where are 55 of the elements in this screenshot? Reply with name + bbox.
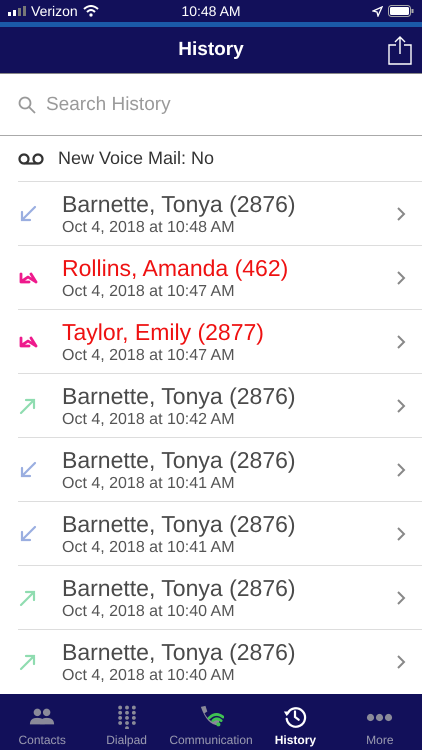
call-row[interactable]: Barnette, Tonya (2876) Oct 4, 2018 at 10:48 AM	[18, 181, 422, 245]
battery-icon	[388, 5, 414, 17]
signal-icon	[8, 6, 26, 16]
chevron-icon	[396, 654, 406, 670]
tab-item[interactable]: History	[253, 694, 338, 750]
call-time: Oct 4, 2018 at 10:40 AM	[62, 666, 236, 684]
call-row[interactable]: Taylor, Emily (2877) Oct 4, 2018 at 10:47 AM	[18, 309, 422, 373]
call-time: Oct 4, 2018 at 10:41 AM	[62, 538, 236, 556]
carrier-name: Verizon	[31, 3, 78, 19]
call-time: Oct 4, 2018 at 10:47 AM	[62, 346, 236, 364]
caller-name: Rollins, Amanda (462)	[62, 254, 290, 282]
voicemail-icon	[18, 152, 44, 164]
share-button[interactable]	[388, 35, 412, 65]
incoming-arrow-icon	[18, 204, 38, 224]
incoming-arrow-icon	[18, 524, 38, 544]
voicemail-status: New Voice Mail: No	[58, 148, 214, 169]
clock-time: 10:48 AM	[181, 3, 241, 19]
tab-item[interactable]: More	[338, 694, 422, 750]
location-icon	[372, 6, 383, 16]
caller-name: Barnette, Tonya (2876)	[62, 382, 297, 410]
chevron-icon	[396, 590, 406, 606]
call-time: Oct 4, 2018 at 10:42 AM	[62, 410, 236, 428]
call-time: Oct 4, 2018 at 10:48 AM	[62, 218, 236, 236]
chevron-icon	[396, 398, 406, 414]
chevron-icon	[396, 206, 406, 222]
chevron-icon	[396, 270, 406, 286]
screen-title: History	[178, 39, 244, 61]
caller-name: Barnette, Tonya (2876)	[62, 638, 297, 666]
caller-name: Barnette, Tonya (2876)	[62, 446, 297, 474]
history-clock-icon	[282, 705, 308, 729]
call-row[interactable]: Barnette, Tonya (2876) Oct 4, 2018 at 10:40 AM	[18, 565, 422, 629]
call-row[interactable]: Barnette, Tonya (2876) Oct 4, 2018 at 10:40 AM	[18, 629, 422, 693]
search-field[interactable]: Search History	[44, 92, 404, 116]
caller-name: Barnette, Tonya (2876)	[62, 190, 297, 218]
call-time: Oct 4, 2018 at 10:47 AM	[62, 282, 236, 300]
chevron-icon	[396, 334, 406, 350]
call-row[interactable]: Barnette, Tonya (2876) Oct 4, 2018 at 10:42 AM	[18, 373, 422, 437]
tab-item[interactable]: Contacts	[0, 694, 84, 750]
wifi-icon	[82, 5, 99, 17]
caller-name: Taylor, Emily (2877)	[62, 318, 265, 346]
call-row[interactable]: Barnette, Tonya (2876) Oct 4, 2018 at 10:41 AM	[18, 437, 422, 501]
chevron-icon	[396, 462, 406, 478]
caller-name: Barnette, Tonya (2876)	[62, 574, 297, 602]
tab-item[interactable]: Communication	[168, 694, 254, 750]
call-row[interactable]: Barnette, Tonya (2876) Oct 4, 2018 at 10:41 AM	[18, 501, 422, 565]
more-icon	[366, 713, 394, 722]
call-row[interactable]: Rollins, Amanda (462) Oct 4, 2018 at 10:47 AM	[18, 245, 422, 309]
tab-item[interactable]: Dialpad	[84, 694, 169, 750]
search-icon	[18, 96, 36, 114]
caller-name: Barnette, Tonya (2876)	[62, 510, 297, 538]
chevron-icon	[396, 526, 406, 542]
incoming-arrow-icon	[18, 460, 38, 480]
call-time: Oct 4, 2018 at 10:41 AM	[62, 474, 236, 492]
phone-wifi-icon	[198, 705, 224, 729]
call-time: Oct 4, 2018 at 10:40 AM	[62, 602, 236, 620]
